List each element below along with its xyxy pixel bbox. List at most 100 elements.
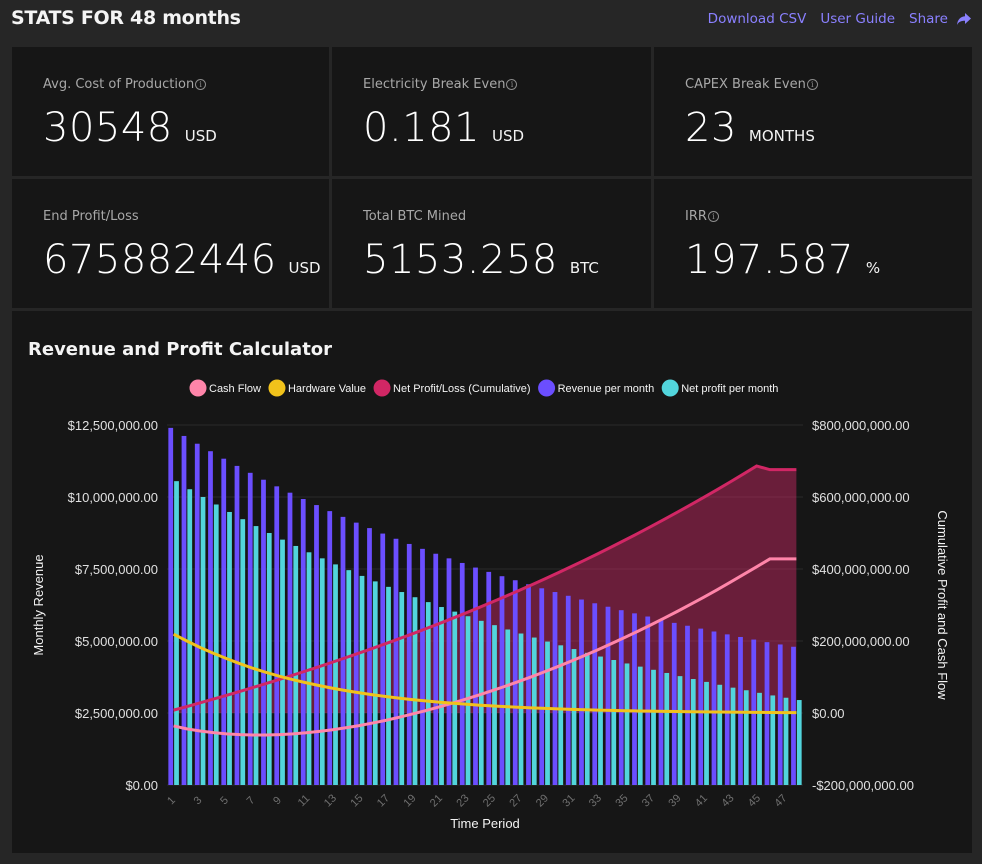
legend-swatch[interactable]: [373, 379, 391, 397]
revenue-bar[interactable]: [327, 511, 333, 785]
net-profit-bar[interactable]: [465, 616, 471, 785]
net-profit-bar[interactable]: [545, 641, 550, 785]
net-profit-bar[interactable]: [651, 669, 656, 785]
revenue-bar[interactable]: [499, 576, 505, 785]
net-profit-bar[interactable]: [611, 660, 617, 785]
revenue-bar[interactable]: [605, 606, 611, 785]
net-profit-bar[interactable]: [346, 570, 352, 785]
net-profit-bar[interactable]: [359, 575, 365, 785]
revenue-bar[interactable]: [300, 499, 306, 785]
net-profit-bar[interactable]: [690, 679, 696, 785]
legend-label[interactable]: Net profit per month: [681, 383, 778, 395]
revenue-bar[interactable]: [459, 562, 465, 785]
revenue-bar[interactable]: [314, 505, 319, 785]
revenue-bar[interactable]: [698, 628, 704, 785]
revenue-bar[interactable]: [632, 613, 637, 785]
legend-label[interactable]: Hardware Value: [288, 383, 366, 395]
revenue-bar[interactable]: [724, 634, 730, 785]
revenue-bar[interactable]: [579, 599, 584, 785]
net-profit-bar[interactable]: [531, 637, 537, 785]
user-guide-link[interactable]: User Guide: [820, 11, 895, 27]
net-profit-bar[interactable]: [386, 586, 391, 785]
net-profit-bar[interactable]: [280, 539, 285, 785]
net-profit-bar[interactable]: [319, 558, 325, 785]
net-profit-bar[interactable]: [664, 672, 670, 785]
info-icon[interactable]: i: [195, 79, 207, 90]
revenue-bar[interactable]: [406, 543, 412, 785]
net-profit-bar[interactable]: [439, 607, 444, 785]
net-profit-bar[interactable]: [598, 656, 603, 785]
revenue-bar[interactable]: [658, 619, 664, 785]
net-profit-bar[interactable]: [187, 489, 193, 785]
net-profit-bar[interactable]: [730, 687, 736, 785]
net-profit-bar[interactable]: [743, 690, 749, 785]
net-profit-bar[interactable]: [266, 533, 272, 785]
net-profit-bar[interactable]: [770, 695, 776, 785]
net-profit-bar[interactable]: [293, 545, 299, 785]
revenue-bar[interactable]: [526, 584, 531, 785]
revenue-bar[interactable]: [367, 528, 372, 785]
revenue-bar[interactable]: [208, 451, 213, 785]
share-link[interactable]: Share: [909, 11, 948, 27]
revenue-bar[interactable]: [671, 622, 677, 785]
net-profit-bar[interactable]: [372, 581, 378, 785]
revenue-bar[interactable]: [221, 458, 227, 785]
net-profit-bar[interactable]: [200, 497, 206, 785]
net-profit-bar[interactable]: [783, 697, 789, 785]
net-profit-bar[interactable]: [478, 620, 484, 785]
revenue-bar[interactable]: [234, 465, 240, 785]
net-profit-bar[interactable]: [213, 504, 219, 785]
revenue-bar[interactable]: [645, 616, 651, 785]
revenue-bar[interactable]: [552, 592, 558, 785]
net-profit-bar[interactable]: [227, 511, 232, 785]
net-profit-bar[interactable]: [399, 592, 405, 785]
legend-swatch[interactable]: [661, 379, 679, 397]
revenue-bar[interactable]: [711, 631, 717, 785]
revenue-bar[interactable]: [473, 567, 478, 785]
revenue-bar[interactable]: [685, 625, 690, 785]
revenue-bar[interactable]: [168, 427, 174, 785]
info-icon[interactable]: i: [806, 79, 818, 90]
info-icon[interactable]: i: [707, 211, 719, 222]
info-icon[interactable]: i: [506, 79, 518, 90]
net-profit-bar[interactable]: [796, 700, 802, 785]
revenue-bar[interactable]: [791, 646, 796, 785]
revenue-bar[interactable]: [393, 538, 399, 785]
revenue-bar[interactable]: [194, 443, 200, 785]
legend-swatch[interactable]: [538, 379, 556, 397]
net-profit-bar[interactable]: [624, 663, 630, 785]
net-profit-bar[interactable]: [717, 684, 723, 785]
revenue-bar[interactable]: [446, 558, 452, 785]
net-profit-bar[interactable]: [704, 681, 709, 785]
revenue-bar[interactable]: [274, 486, 280, 785]
revenue-bar[interactable]: [777, 644, 783, 785]
legend-label[interactable]: Net Profit/Loss (Cumulative): [393, 383, 531, 395]
revenue-bar[interactable]: [420, 548, 425, 785]
net-profit-bar[interactable]: [677, 676, 683, 785]
revenue-bar[interactable]: [592, 603, 598, 785]
net-profit-bar[interactable]: [253, 526, 259, 785]
share-arrow-icon[interactable]: [956, 12, 972, 26]
legend-swatch[interactable]: [189, 379, 207, 397]
revenue-bar[interactable]: [565, 595, 571, 785]
revenue-bar[interactable]: [261, 479, 266, 785]
revenue-bar[interactable]: [618, 610, 624, 785]
revenue-bar[interactable]: [433, 553, 439, 785]
net-profit-bar[interactable]: [518, 633, 524, 785]
net-profit-bar[interactable]: [412, 597, 418, 785]
legend-label[interactable]: Revenue per month: [558, 383, 655, 395]
revenue-bar[interactable]: [287, 492, 293, 785]
net-profit-bar[interactable]: [584, 652, 590, 785]
revenue-bar[interactable]: [181, 435, 187, 785]
legend-swatch[interactable]: [268, 379, 286, 397]
legend-label[interactable]: Cash Flow: [209, 383, 261, 395]
download-csv-link[interactable]: Download CSV: [708, 11, 807, 27]
net-profit-bar[interactable]: [452, 611, 458, 785]
revenue-bar[interactable]: [380, 533, 386, 785]
net-profit-bar[interactable]: [333, 564, 338, 785]
revenue-bar[interactable]: [340, 516, 346, 785]
net-profit-bar[interactable]: [757, 692, 762, 785]
net-profit-bar[interactable]: [637, 666, 643, 785]
net-profit-bar[interactable]: [240, 519, 246, 785]
revenue-bar[interactable]: [247, 472, 253, 785]
